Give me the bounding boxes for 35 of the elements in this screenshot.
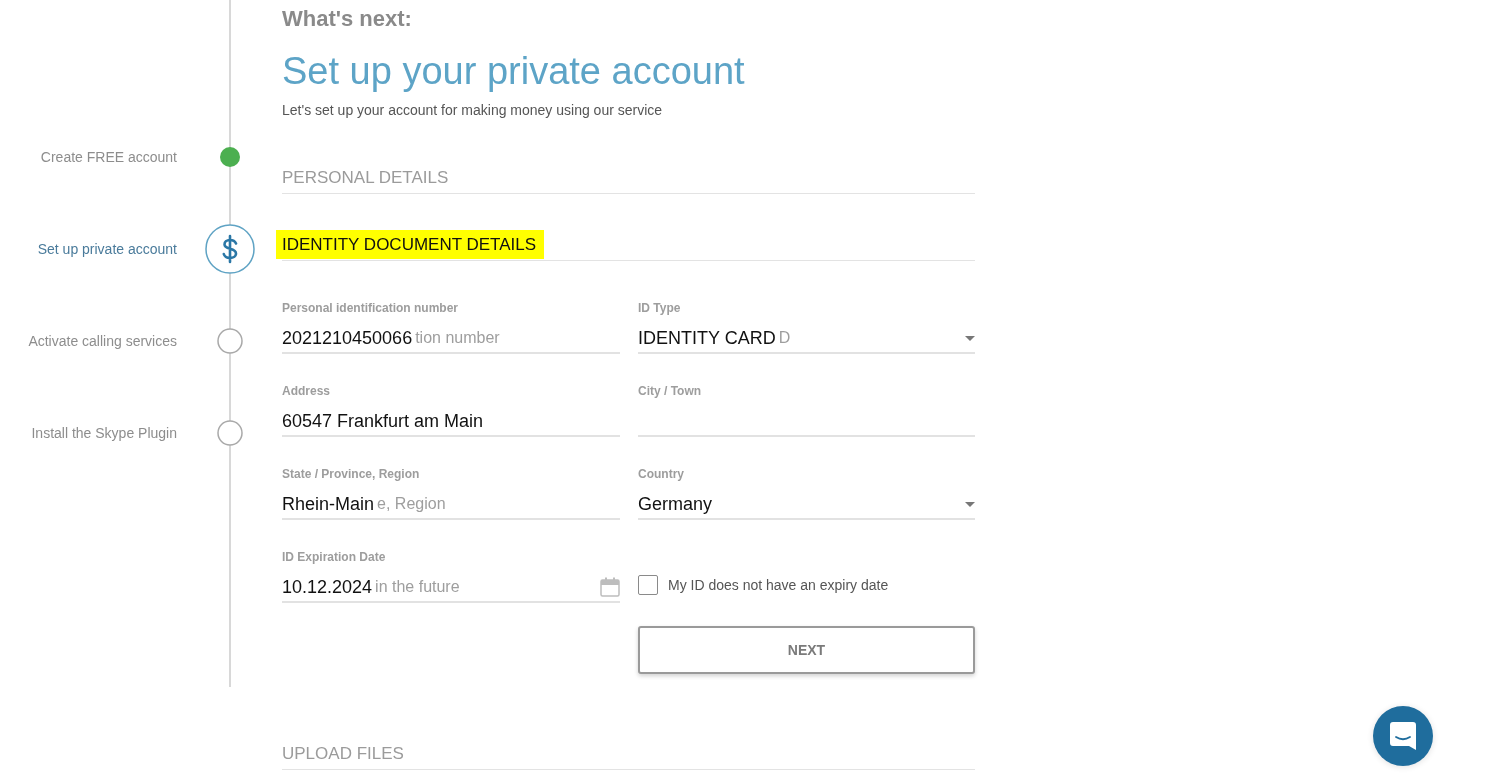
caret-icon [965, 501, 975, 507]
caret-icon [965, 335, 975, 341]
placeholder-fragment: e, Region [377, 495, 446, 513]
field-label: State / Province, Region [282, 467, 420, 481]
chat-launcher-button[interactable] [1373, 706, 1433, 766]
checkbox[interactable] [638, 575, 658, 595]
chat-bubble-icon [1390, 722, 1416, 750]
input-field[interactable]: 60547 Frankfurt am Main [282, 409, 620, 437]
input-field[interactable]: Rhein-Main e, Region [282, 492, 620, 520]
placeholder-fragment: in the future [375, 578, 460, 596]
step-label: Set up private account [37, 240, 177, 258]
step-label: Create FREE account [40, 148, 177, 166]
section-heading: PERSONAL DETAILS [281, 167, 450, 189]
placeholder-fragment: D [778, 329, 791, 347]
input-field[interactable]: 2021210450066 tion number [282, 326, 620, 354]
field-label: ID Expiration Date [282, 550, 386, 564]
calendar-icon [600, 577, 620, 597]
page-subtitle: Let's set up your account for making money using our service [282, 101, 663, 119]
field-label: ID Type [638, 301, 681, 315]
checkbox-label[interactable]: My ID does not have an expiry date [668, 577, 889, 593]
select-field[interactable]: Germany [638, 492, 975, 520]
field-label: Country [638, 467, 684, 481]
section-heading: IDENTITY DOCUMENT DETAILS [276, 230, 545, 259]
field-label: Address [282, 384, 331, 398]
select-field[interactable]: IDENTITY CARD D [638, 326, 975, 354]
field-label: City / Town [638, 384, 702, 398]
eyebrow-heading: What's next: [282, 5, 412, 33]
placeholder-fragment: tion number [415, 329, 500, 347]
page-title: Set up your private account [282, 49, 745, 94]
date-field[interactable]: 10.12.2024 in the future [282, 575, 620, 603]
step-label: Install the Skype Plugin [31, 424, 177, 442]
step-label: Activate calling services [28, 332, 177, 350]
section-heading: UPLOAD FILES [281, 743, 405, 765]
field-label: Personal identification number [282, 301, 459, 315]
next-button[interactable]: NEXT [638, 626, 975, 674]
